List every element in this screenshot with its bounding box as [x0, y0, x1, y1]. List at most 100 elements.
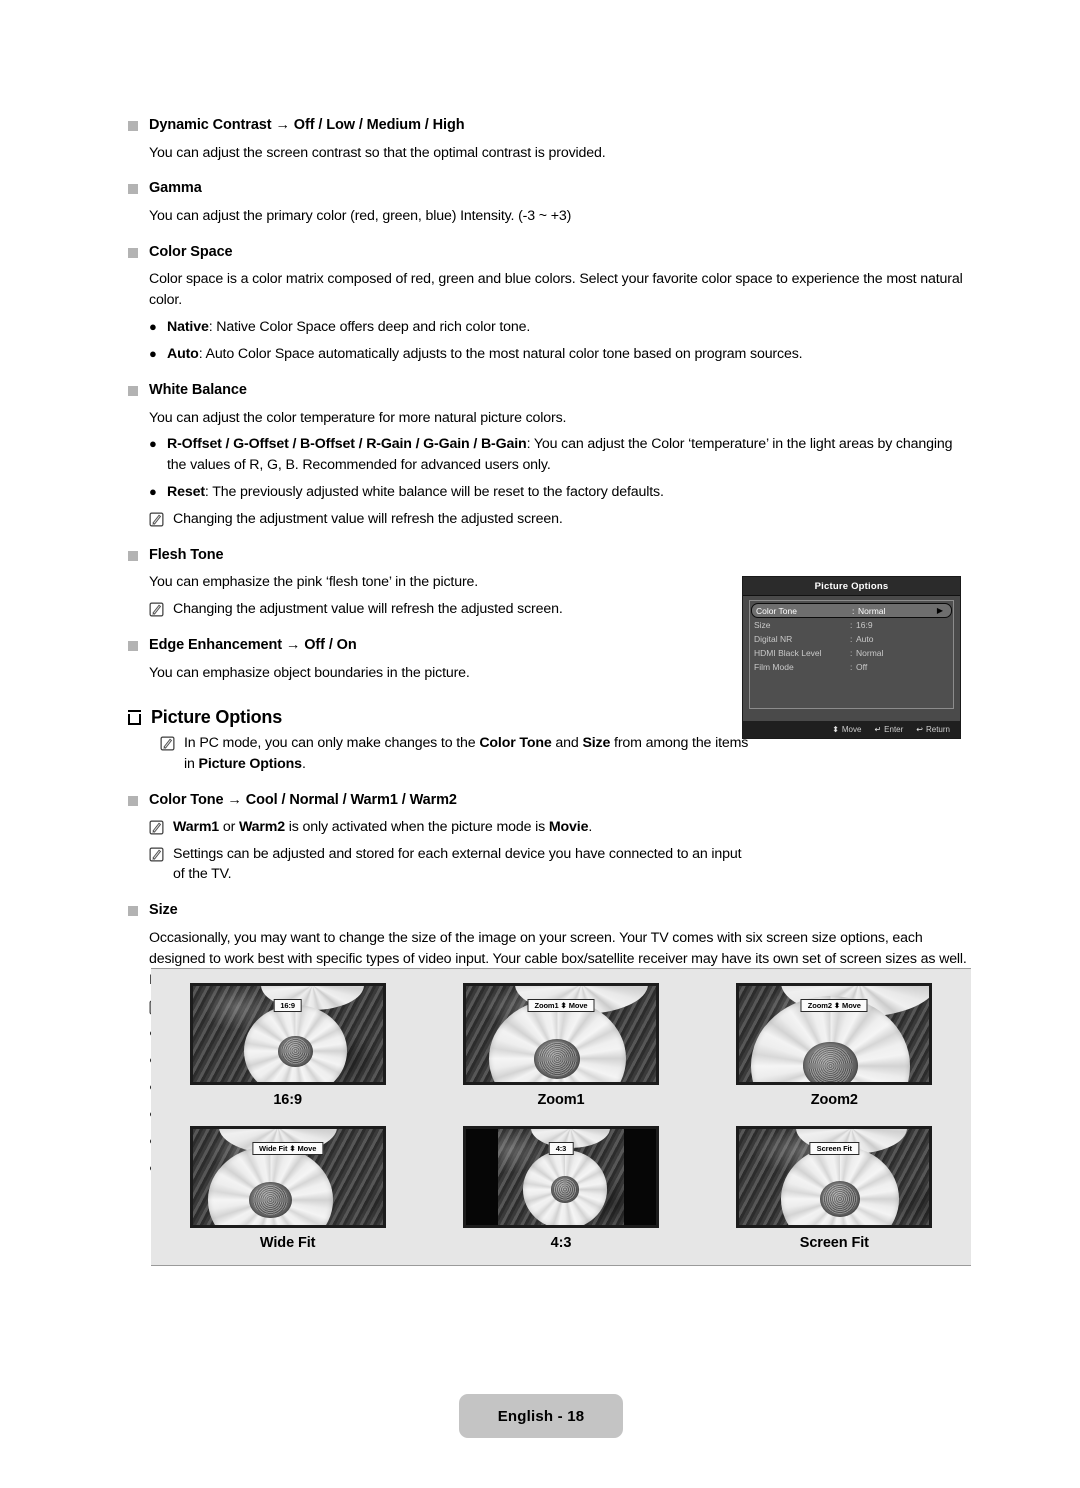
- pillarbox-right: [623, 1129, 656, 1225]
- heading-arrow-icon: →: [227, 792, 242, 809]
- note-pencil-icon: [149, 602, 164, 617]
- note-row: Changing the adjustment value will refre…: [149, 509, 973, 530]
- note-t3: .: [588, 818, 593, 835]
- heading-values: Off / Low / Medium / High: [293, 117, 465, 133]
- size-example-caption: 16:9: [273, 1092, 302, 1108]
- size-example-16-9: 16:9 16:9: [163, 983, 413, 1108]
- list-item: ● Auto: Auto Color Space automatically a…: [149, 344, 973, 365]
- osd-size-label: Screen Fit: [809, 1142, 859, 1156]
- osd-hint-move: ⬍ Move: [832, 725, 861, 734]
- flower-core: [803, 1041, 858, 1082]
- osd-size-label: Zoom2 ⬍ Move: [800, 999, 868, 1013]
- tv-thumbnail: Zoom1 ⬍ Move: [462, 983, 659, 1085]
- flower-core: [550, 1176, 579, 1203]
- osd-hint-enter: ↵ Enter: [874, 725, 903, 734]
- section-heading-white-balance: White Balance: [128, 381, 973, 401]
- bullet-term: R-Offset / G-Offset / B-Offset / R-Gain …: [167, 436, 527, 453]
- note-text: Changing the adjustment value will refre…: [173, 601, 563, 618]
- heading-term: Color Space: [149, 243, 233, 260]
- bullet-term: Native: [167, 319, 209, 336]
- note-bold-warm2: Warm2: [238, 818, 285, 835]
- size-examples-row-2: Wide Fit ⬍ Move Wide Fit 4:3 4:3 Screen …: [151, 1108, 971, 1251]
- osd-row-film-mode[interactable]: Film Mode : Off: [750, 660, 953, 674]
- size-example-caption: Zoom2: [810, 1092, 858, 1108]
- osd-row-digital-nr[interactable]: Digital NR : Auto: [750, 632, 953, 646]
- heading-arrow-icon: →: [275, 117, 290, 133]
- osd-row-value: Normal: [858, 605, 886, 616]
- osd-hint-label: Return: [925, 725, 950, 734]
- osd-row-color-tone[interactable]: Color Tone : Normal ▶: [751, 603, 952, 618]
- updown-arrow-icon: ⬍: [832, 725, 839, 734]
- tv-thumbnail: Screen Fit: [736, 1126, 933, 1228]
- note-part2: and: [551, 735, 583, 752]
- osd-row-value: Normal: [856, 648, 884, 658]
- manual-page: Dynamic Contrast → Off / Low / Medium / …: [0, 0, 1080, 1488]
- section-heading-color-tone: Color Tone → Cool / Normal / Warm1 / War…: [128, 791, 973, 811]
- square-bullet-icon: [128, 796, 138, 807]
- open-square-bullet-icon: [128, 709, 141, 725]
- note-row: Settings can be adjusted and stored for …: [149, 844, 749, 886]
- note-bold-movie: Movie: [548, 818, 589, 835]
- note-pencil-icon: [149, 820, 164, 835]
- dot-bullet-icon: ●: [149, 319, 157, 335]
- heading-term: Flesh Tone: [149, 546, 224, 563]
- flower-core: [277, 1035, 313, 1067]
- section-body-color-space: Color space is a color matrix composed o…: [149, 271, 963, 309]
- square-bullet-icon: [128, 184, 138, 195]
- section-heading-flesh-tone: Flesh Tone: [128, 546, 973, 566]
- flower-core: [249, 1181, 292, 1219]
- list-item: ● R-Offset / G-Offset / B-Offset / R-Gai…: [149, 434, 973, 476]
- heading-values: Cool / Normal / Warm1 / Warm2: [245, 792, 457, 809]
- osd-size-label: Wide Fit ⬍ Move: [252, 1142, 324, 1156]
- bullet-term: Auto: [167, 346, 199, 363]
- return-arrow-icon: ↩: [916, 725, 923, 734]
- osd-size-label: 16:9: [273, 999, 302, 1013]
- osd-row-value: 16:9: [856, 620, 873, 630]
- heading-term: Edge Enhancement: [149, 637, 282, 654]
- osd-footer-hints: ⬍ Move ↵ Enter ↩ Return: [743, 721, 960, 738]
- osd-row-hdmi-black-level[interactable]: HDMI Black Level : Normal: [750, 646, 953, 660]
- enter-key-icon: ↵: [874, 725, 882, 734]
- size-example-caption: Screen Fit: [799, 1235, 869, 1251]
- osd-row-label: HDMI Black Level: [754, 648, 822, 658]
- osd-row-label: Size: [754, 620, 771, 630]
- size-examples-panel: 16:9 16:9 Zoom1 ⬍ Move Zoom1 Zoom2 ⬍ Mov…: [151, 968, 971, 1266]
- heading-arrow-icon: →: [285, 637, 301, 654]
- heading-term: Color Tone: [149, 792, 224, 809]
- note-bold-color-tone: Color Tone: [479, 735, 552, 752]
- osd-size-label: 4:3: [548, 1142, 574, 1156]
- list-item: ● Reset: The previously adjusted white b…: [149, 482, 973, 503]
- bullet-term: Reset: [167, 484, 205, 501]
- section-body-gamma: You can adjust the primary color (red, g…: [149, 208, 572, 224]
- square-bullet-icon: [128, 550, 138, 561]
- square-bullet-icon: [128, 121, 138, 131]
- tv-thumbnail: Zoom2 ⬍ Move: [736, 983, 933, 1085]
- bullet-text: : Auto Color Space automatically adjusts…: [198, 346, 803, 363]
- size-example-zoom2: Zoom2 ⬍ Move Zoom2: [709, 983, 959, 1108]
- osd-row-value: Auto: [856, 634, 874, 644]
- note-row-pc-mode: In PC mode, you can only make changes to…: [160, 733, 760, 775]
- heading-term: Size: [149, 902, 178, 919]
- section-heading-gamma: Gamma: [128, 179, 973, 199]
- square-bullet-icon: [128, 385, 138, 396]
- square-bullet-icon: [128, 641, 138, 652]
- osd-row-size[interactable]: Size : 16:9: [750, 618, 953, 632]
- note-t1: or: [219, 818, 239, 835]
- osd-row-label: Digital NR: [754, 634, 793, 644]
- heading-values: Off / On: [304, 637, 357, 654]
- note-pencil-icon: [149, 512, 164, 527]
- dot-bullet-icon: ●: [149, 346, 157, 362]
- section-heading-color-space: Color Space: [128, 243, 973, 263]
- flower-core: [819, 1181, 861, 1217]
- note-bold-size: Size: [582, 735, 611, 752]
- page-title: Picture Options: [151, 706, 283, 727]
- tv-thumbnail: Wide Fit ⬍ Move: [189, 1126, 386, 1228]
- page-footer-badge: English - 18: [459, 1394, 623, 1438]
- note-bold-warm1: Warm1: [173, 818, 220, 835]
- flower: [243, 1005, 347, 1082]
- size-example-caption: Zoom1: [537, 1092, 585, 1108]
- section-heading-size: Size: [128, 901, 973, 921]
- size-example-zoom1: Zoom1 ⬍ Move Zoom1: [436, 983, 686, 1108]
- size-example-wide-fit: Wide Fit ⬍ Move Wide Fit: [163, 1126, 413, 1251]
- bullet-text: : The previously adjusted white balance …: [204, 484, 664, 501]
